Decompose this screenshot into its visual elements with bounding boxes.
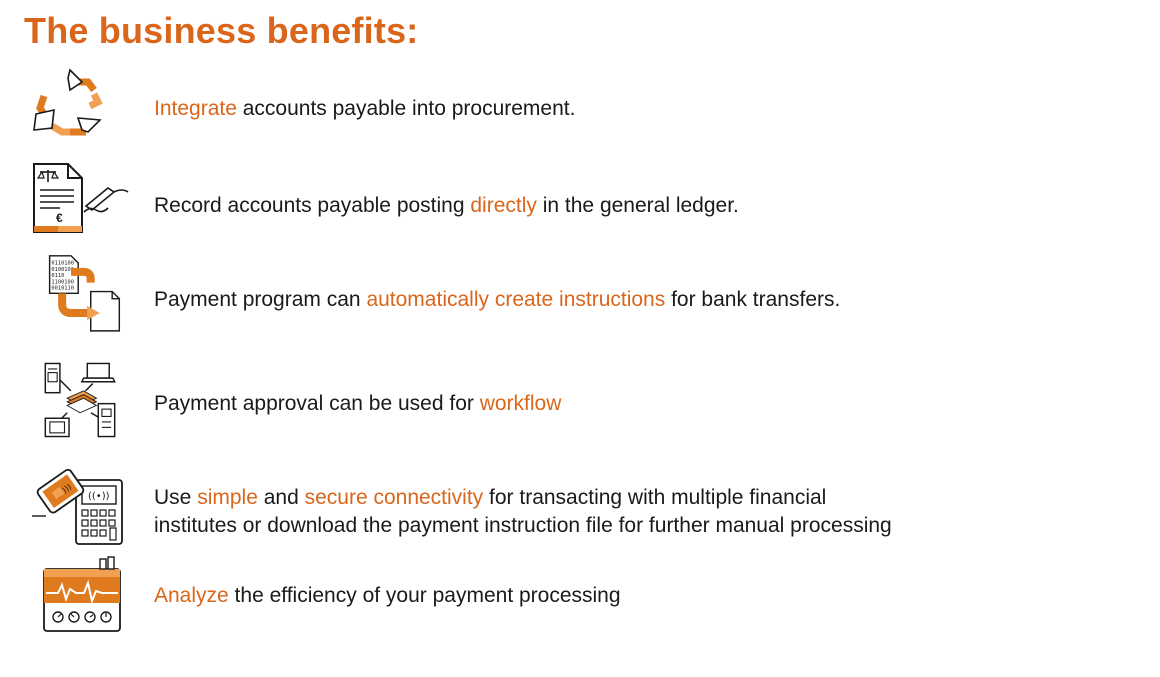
benefit-highlight: Analyze xyxy=(154,584,229,607)
benefit-text-segment: and xyxy=(257,486,305,509)
benefit-text-segment: Use xyxy=(154,486,198,509)
svg-text:0110100: 0110100 xyxy=(51,261,74,267)
benefit-highlight: secure connectivity xyxy=(304,486,484,509)
svg-text:1100100: 1100100 xyxy=(51,279,74,285)
svg-text:0010110: 0010110 xyxy=(51,286,74,292)
benefit-text-segment: in the general ledger. xyxy=(536,194,739,217)
svg-text:((•)): ((•)) xyxy=(88,491,110,502)
benefit-text: Integrate accounts payable into procurem… xyxy=(154,95,575,123)
benefit-text: Payment approval can be used for workflo… xyxy=(154,390,561,418)
benefit-text-segment: the efficiency of your payment processin… xyxy=(228,584,621,607)
binary-file-transfer-icon: 0110100 0100101 0110 1100100 0010110 xyxy=(48,255,121,332)
benefit-highlight: workflow xyxy=(479,392,562,415)
benefit-item-record: € Record accounts payable posting direct… xyxy=(30,162,1130,246)
svg-text:0110: 0110 xyxy=(51,273,64,279)
benefit-text-segment: for transacting with multiple financial xyxy=(483,486,827,509)
benefit-item-approval: Payment approval can be used for workflo… xyxy=(30,358,1130,450)
benefit-highlight: directly xyxy=(470,194,537,217)
contactless-payment-terminal-icon: ((•)) ))) xyxy=(32,468,123,545)
benefit-text-segment: for bank transfers. xyxy=(665,288,841,311)
benefit-highlight: simple xyxy=(197,486,258,509)
cycle-arrows-icon xyxy=(33,68,103,136)
signed-document-euro-icon: € xyxy=(33,163,129,233)
benefit-text: Payment program can automatically create… xyxy=(154,286,840,314)
benefit-highlight: Integrate xyxy=(154,97,237,120)
benefit-text: Use simple and secure connectivity for t… xyxy=(154,484,892,540)
page-title: The business benefits: xyxy=(24,10,419,51)
benefit-text-segment: Payment approval can be used for xyxy=(154,392,480,415)
benefit-item-connectivity: ((•)) ))) Use simple and secure connecti… xyxy=(30,466,1130,546)
benefit-text-segment: Payment program can xyxy=(154,288,367,311)
benefit-item-payment-program: 0110100 0100101 0110 1100100 0010110 Pay… xyxy=(30,254,1130,348)
benefit-item-integrate: Integrate accounts payable into procurem… xyxy=(30,66,1130,150)
benefit-text: Record accounts payable posting directly… xyxy=(154,192,739,220)
benefit-text-segment: accounts payable into procurement. xyxy=(236,97,576,120)
benefit-text-segment: institutes or download the payment instr… xyxy=(154,514,892,537)
benefit-item-analyze: Analyze the efficiency of your payment p… xyxy=(30,554,1130,636)
network-devices-money-icon xyxy=(44,362,116,438)
svg-text:€: € xyxy=(56,211,63,225)
benefit-text-line: institutes or download the payment instr… xyxy=(154,512,892,540)
benefit-text-segment: Record accounts payable posting xyxy=(154,194,471,217)
benefit-text: Analyze the efficiency of your payment p… xyxy=(154,582,621,610)
svg-text:0100101: 0100101 xyxy=(51,267,74,273)
benefit-text-line: Use simple and secure connectivity for t… xyxy=(154,484,892,512)
benefit-highlight: automatically create instructions xyxy=(366,288,666,311)
pulse-analytics-device-icon xyxy=(43,556,121,632)
